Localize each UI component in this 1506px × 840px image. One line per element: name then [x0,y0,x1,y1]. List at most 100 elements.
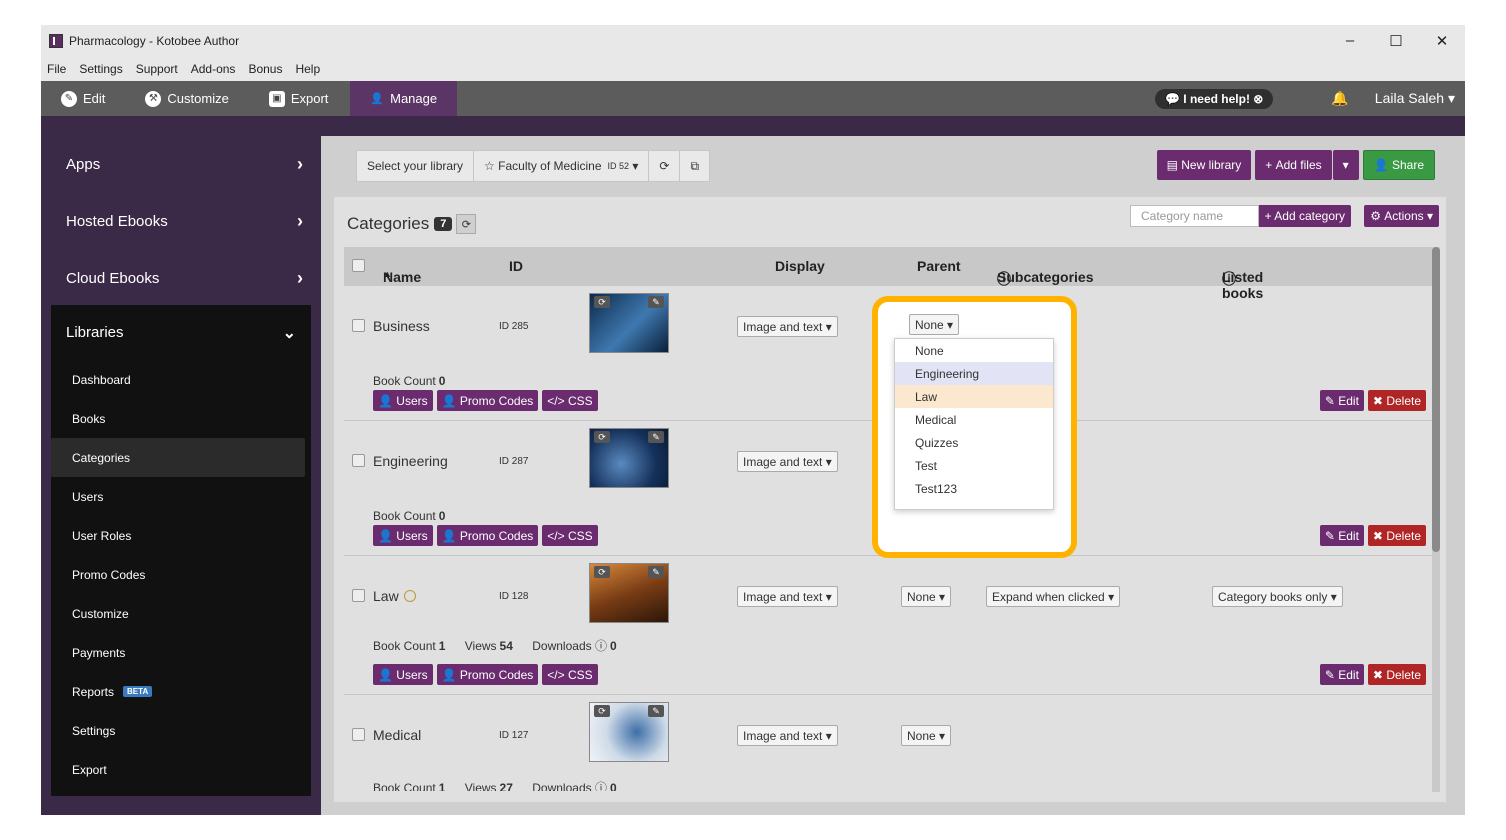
refresh-button[interactable]: ⟳ [649,151,681,181]
promo-codes-button[interactable]: 👤 Promo Codes [436,525,539,546]
edit-image-icon[interactable]: ✎ [648,705,664,717]
help-button[interactable]: 💬 I need help! ⊗ [1155,88,1274,109]
category-thumbnail[interactable]: ⟳ ✎ [589,563,669,623]
css-button[interactable]: </> CSS [542,664,598,685]
parent-dropdown[interactable]: None ▾ [901,586,952,607]
category-thumbnail[interactable]: ⟳ ✎ [589,428,669,488]
category-thumbnail[interactable]: ⟳ ✎ [589,702,669,762]
library-icon: ▤ [1166,158,1182,172]
category-name-input[interactable]: Category name [1130,205,1259,227]
parent-option-test[interactable]: Test [895,454,1053,477]
menu-support[interactable]: Support [136,62,178,76]
promo-codes-button[interactable]: 👤 Promo Codes [436,664,539,685]
parent-option-law[interactable]: Law [895,385,1053,408]
actions-dropdown[interactable]: ⚙ Actions ▾ [1364,205,1439,227]
sidebar-item-users[interactable]: Users [51,477,311,516]
parent-option-none[interactable]: None [895,339,1053,362]
row-checkbox[interactable] [352,728,365,741]
edit-button[interactable]: ✎ Edit [1319,390,1364,411]
refresh-icon[interactable]: ⟳ [594,431,610,443]
sidebar-item-reports[interactable]: Reports BETA [51,672,311,711]
refresh-icon[interactable]: ⟳ [594,296,610,308]
css-button[interactable]: </> CSS [542,390,598,411]
promo-codes-button[interactable]: 👤 Promo Codes [436,390,539,411]
scrollbar-thumb[interactable] [1432,247,1440,552]
sidebar-item-dashboard[interactable]: Dashboard [51,360,311,399]
users-button[interactable]: 👤 Users [373,664,433,685]
sidebar-item-user-roles[interactable]: User Roles [51,516,311,555]
row-checkbox[interactable] [352,454,365,467]
display-dropdown[interactable]: Image and text ▾ [737,586,838,607]
edit-image-icon[interactable]: ✎ [648,296,664,308]
sidebar-item-apps[interactable]: Apps › [41,136,321,193]
sidebar-item-categories[interactable]: Categories [51,438,305,477]
bell-icon[interactable]: 🔔 [1331,90,1348,107]
parent-option-medical[interactable]: Medical [895,408,1053,431]
select-library-label: Select your library [357,151,475,181]
sidebar-item-cloud-ebooks[interactable]: Cloud Ebooks › [41,250,321,307]
select-all-checkbox[interactable] [352,259,365,272]
tab-export[interactable]: ▣ Export [249,81,349,116]
sidebar-item-customize[interactable]: Customize [51,594,311,633]
delete-button[interactable]: ✖ Delete [1367,390,1426,411]
downloads-label: Downloads [532,639,592,653]
display-dropdown[interactable]: Image and text ▾ [737,451,838,472]
category-thumbnail[interactable]: ⟳ ✎ [589,293,669,353]
parent-option-quizzes[interactable]: Quizzes [895,431,1053,454]
sidebar-item-payments[interactable]: Payments [51,633,311,672]
delete-button[interactable]: ✖ Delete [1367,525,1426,546]
tab-manage[interactable]: 👤 Manage [350,81,458,116]
parent-dropdown-open[interactable]: None ▾ [909,314,960,335]
edit-image-icon[interactable]: ✎ [648,431,664,443]
menu-settings[interactable]: Settings [79,62,122,76]
parent-dropdown[interactable]: None ▾ [901,725,952,746]
add-category-button[interactable]: + Add category [1258,205,1351,227]
css-button[interactable]: </> CSS [542,525,598,546]
add-files-button[interactable]: + Add files [1255,150,1332,180]
edit-image-icon[interactable]: ✎ [648,566,664,578]
display-dropdown[interactable]: Image and text ▾ [737,725,838,746]
edit-button[interactable]: ✎ Edit [1319,525,1364,546]
parent-option-engineering[interactable]: Engineering [895,362,1053,385]
chevron-right-icon: › [297,211,303,231]
open-external-button[interactable]: ⧉ [680,151,709,181]
category-name: Law [373,588,416,604]
delete-label: Delete [1386,528,1421,543]
category-count-badge: 7 [434,217,453,231]
delete-button[interactable]: ✖ Delete [1367,664,1426,685]
row-checkbox[interactable] [352,589,365,602]
menu-help[interactable]: Help [295,62,320,76]
close-button[interactable]: ✕ [1419,32,1465,50]
users-button[interactable]: 👤 Users [373,525,433,546]
sidebar-item-export[interactable]: Export [51,750,311,789]
row-checkbox[interactable] [352,319,365,332]
sidebar-item-settings[interactable]: Settings [51,711,311,750]
add-files-label: Add files [1275,158,1322,172]
maximize-button[interactable]: ☐ [1373,32,1419,50]
refresh-icon[interactable]: ⟳ [456,214,477,234]
new-library-button[interactable]: ▤ New library [1156,150,1252,180]
refresh-icon[interactable]: ⟳ [594,705,610,717]
add-files-dropdown[interactable]: ▾ [1332,150,1359,180]
listed-books-dropdown[interactable]: Category books only ▾ [1212,586,1343,607]
share-button[interactable]: 👤 Share [1362,150,1435,180]
display-dropdown[interactable]: Image and text ▾ [737,316,838,337]
menu-file[interactable]: File [47,62,66,76]
sidebar-item-books[interactable]: Books [51,399,311,438]
tab-edit[interactable]: ✎ Edit [41,81,125,116]
table-scrollbar[interactable] [1432,247,1440,792]
menu-bonus[interactable]: Bonus [248,62,282,76]
subcategories-dropdown[interactable]: Expand when clicked ▾ [986,586,1121,607]
users-button[interactable]: 👤 Users [373,390,433,411]
refresh-icon[interactable]: ⟳ [594,566,610,578]
user-menu[interactable]: Laila Saleh ▾ [1375,90,1455,107]
sidebar-item-promo-codes[interactable]: Promo Codes [51,555,311,594]
menu-addons[interactable]: Add-ons [191,62,236,76]
minimize-button[interactable]: – [1327,32,1373,50]
library-dropdown[interactable]: ☆ Faculty of Medicine ID 52 ▾ [474,151,650,181]
sidebar-item-hosted-ebooks[interactable]: Hosted Ebooks › [41,193,321,250]
tab-customize[interactable]: ⚒ Customize [125,81,248,116]
parent-option-test123[interactable]: Test123 [895,477,1053,500]
edit-button[interactable]: ✎ Edit [1319,664,1364,685]
sidebar-item-libraries[interactable]: Libraries ⌄ [51,305,311,360]
